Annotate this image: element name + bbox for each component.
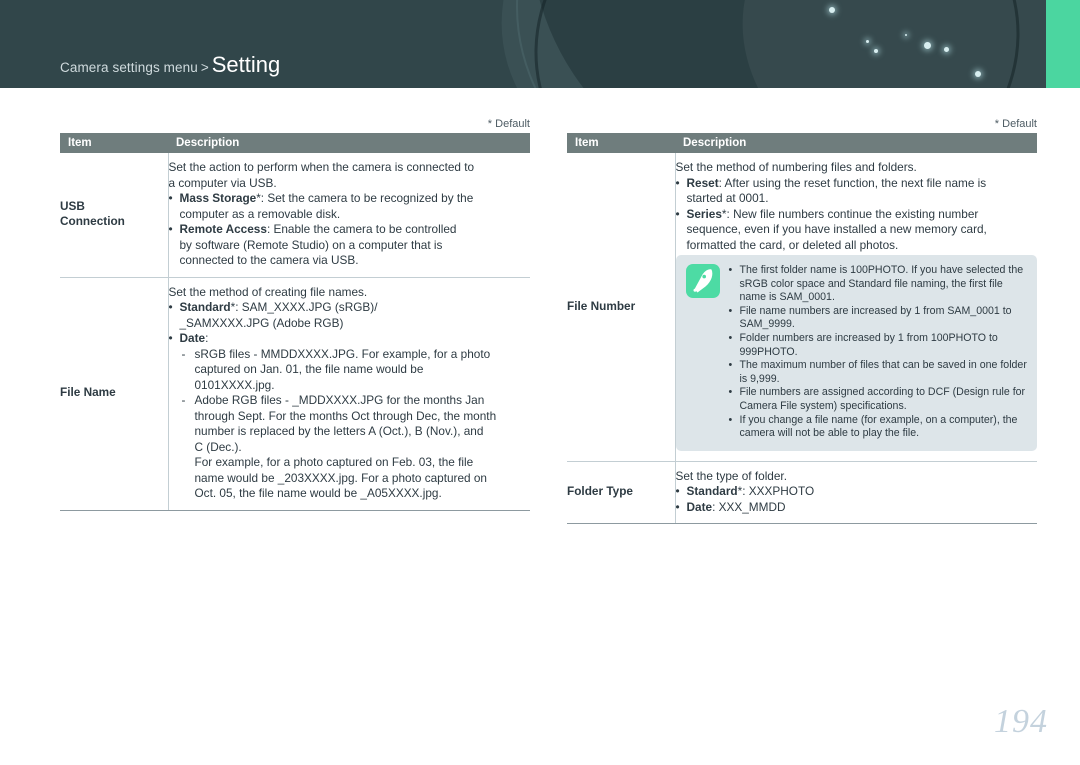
desc-subline: For example, for a photo captured on Feb… (194, 455, 474, 469)
column-header-description: Description (168, 133, 530, 153)
breadcrumb-parent[interactable]: Camera settings menu (60, 60, 198, 75)
desc-bullet-text: *: XXXPHOTO (737, 484, 815, 499)
desc-bullet-text: *: SAM_XXXX.JPG (sRGB)/ (230, 300, 378, 314)
desc-line: sequence, even if you have installed a n… (686, 222, 987, 236)
desc-subline: captured on Jan. 01, the file name would… (194, 362, 424, 376)
sparkle-icon-1 (829, 7, 835, 13)
desc-line: connected to the camera via USB. (179, 253, 359, 267)
breadcrumb: Camera settings menu > Setting (60, 52, 280, 78)
table-row: File Name Set the method of creating fil… (60, 277, 531, 511)
left-default-footnote: * Default (487, 118, 530, 130)
usb-file-settings-table: Item Description USB Connection Set the … (60, 133, 530, 511)
desc-bullet-text: : XXX_MMDD (712, 499, 786, 514)
desc-subline: name would be _203XXXX.jpg. For a photo … (194, 470, 488, 485)
desc-line: Set the type of folder. (675, 468, 788, 483)
note-item: The first folder name is 100PHOTO. If yo… (729, 264, 1028, 305)
desc-bullet: Date: (169, 331, 531, 347)
column-header-description: Description (675, 133, 1037, 153)
desc-subline: through Sept. For the months Oct through… (194, 408, 497, 423)
sparkle-icon-3 (874, 49, 878, 53)
table-header-row: Item Description (60, 133, 530, 153)
desc-line: formatted the card, or deleted all photo… (686, 237, 899, 252)
desc-subline: number is replaced by the letters A (Oct… (194, 424, 484, 438)
desc-bullet-text: *: New file numbers continue the existin… (721, 206, 979, 221)
desc-line: Set the method of creating file names. (168, 284, 368, 299)
desc-line: Set the action to perform when the camer… (168, 160, 475, 174)
desc-bullet: Mass Storage*: Set the camera to be reco… (169, 191, 531, 207)
pen-note-icon (685, 264, 720, 298)
note-item: Folder numbers are increased by 1 from 1… (729, 332, 1028, 359)
desc-bullet-term: Reset (686, 175, 719, 190)
sparkle-icon-6 (944, 47, 949, 52)
desc-bullet-text: : Enable the camera to be controlled (266, 222, 457, 236)
breadcrumb-separator: > (200, 60, 209, 75)
pen-glyph-icon (693, 269, 712, 293)
desc-bullet: Date: XXX_MMDD (676, 500, 1038, 516)
right-content-column: * Default Item Description File Number S… (567, 118, 1038, 525)
desc-bullet-term: Remote Access (179, 222, 267, 236)
desc-subline: 0101XXXX.jpg. (194, 377, 275, 392)
note-item: If you change a file name (for example, … (729, 414, 1028, 441)
row-description-file-name: Set the method of creating file names. S… (168, 277, 531, 511)
desc-line: a computer via USB. (168, 175, 277, 190)
row-item-label-line2: Connection (60, 214, 125, 229)
table-row: USB Connection Set the action to perform… (60, 153, 531, 278)
sparkle-icon-5 (924, 42, 931, 49)
row-item-label-line1: USB (60, 198, 85, 213)
row-description-file-number: Set the method of numbering files and fo… (675, 153, 1038, 462)
file-number-folder-table: Item Description File Number Set the met… (567, 133, 1038, 525)
desc-bullet-text: : After using the reset function, the ne… (718, 175, 987, 190)
desc-bullet-term: Series (686, 206, 722, 221)
desc-bullet-term: Date (686, 499, 713, 514)
table-row: Folder Type Set the type of folder. Stan… (567, 461, 1038, 525)
desc-bullet-term: Standard (686, 484, 738, 499)
desc-bullet-term: Date (179, 331, 206, 345)
column-header-item: Item (567, 133, 675, 153)
desc-bullet-text: : (205, 331, 209, 345)
desc-bullet-term: Standard (179, 300, 231, 314)
page-number: 194 (994, 703, 1048, 740)
desc-subbullet: Adobe RGB files - _MDDXXXX.JPG for the m… (169, 393, 531, 409)
desc-subline: Oct. 05, the file name would be _A05XXXX… (194, 486, 442, 500)
right-default-footnote: * Default (994, 118, 1037, 130)
header-accent-bar (1046, 0, 1080, 88)
row-item-usb-connection: USB Connection (60, 153, 169, 278)
desc-bullet: Reset: After using the reset function, t… (676, 176, 1038, 192)
table-row: File Number Set the method of numbering … (567, 153, 1038, 462)
note-item: File name numbers are increased by 1 fro… (729, 305, 1028, 332)
note-item: File numbers are assigned according to D… (729, 386, 1028, 413)
note-items: The first folder name is 100PHOTO. If yo… (729, 264, 1028, 441)
column-header-item: Item (60, 133, 168, 153)
desc-subbullet: sRGB files - MMDDXXXX.JPG. For example, … (169, 347, 531, 363)
desc-line: started at 0001. (686, 191, 769, 205)
desc-subline: C (Dec.). (194, 439, 242, 454)
desc-line: computer as a removable disk. (179, 206, 341, 221)
desc-bullet: Series*: New file numbers continue the e… (676, 207, 1038, 223)
desc-bullet: Standard*: XXXPHOTO (676, 484, 1038, 500)
desc-bullet: Remote Access: Enable the camera to be c… (169, 222, 531, 238)
page-title: Setting (211, 52, 281, 77)
desc-line: by software (Remote Studio) on a compute… (179, 237, 443, 252)
row-description-folder-type: Set the type of folder. Standard*: XXXPH… (675, 461, 1038, 525)
header-decor-arc (515, 0, 1039, 88)
desc-bullet-text: *: Set the camera to be recognized by th… (256, 191, 474, 205)
row-description-usb-connection: Set the action to perform when the camer… (168, 153, 531, 278)
table-header-row: Item Description (567, 133, 1037, 153)
sparkle-icon-2 (866, 40, 869, 43)
sparkle-icon-4 (905, 34, 907, 36)
left-content-column: * Default Item Description USB Connectio… (60, 118, 530, 511)
desc-bullet: Standard*: SAM_XXXX.JPG (sRGB)/ (169, 300, 531, 316)
page-header: Camera settings menu > Setting (0, 0, 1080, 88)
note-item: The maximum number of files that can be … (729, 359, 1028, 386)
row-item-file-name: File Name (60, 277, 169, 511)
row-item-folder-type: Folder Type (567, 461, 676, 525)
desc-line: _SAMXXXX.JPG (Adobe RGB) (179, 315, 344, 330)
desc-bullet-term: Mass Storage (179, 191, 257, 205)
desc-line: Set the method of numbering files and fo… (675, 160, 917, 174)
note-box: The first folder name is 100PHOTO. If yo… (675, 255, 1037, 451)
sparkle-icon-7 (975, 71, 981, 77)
row-item-file-number: File Number (567, 153, 676, 462)
